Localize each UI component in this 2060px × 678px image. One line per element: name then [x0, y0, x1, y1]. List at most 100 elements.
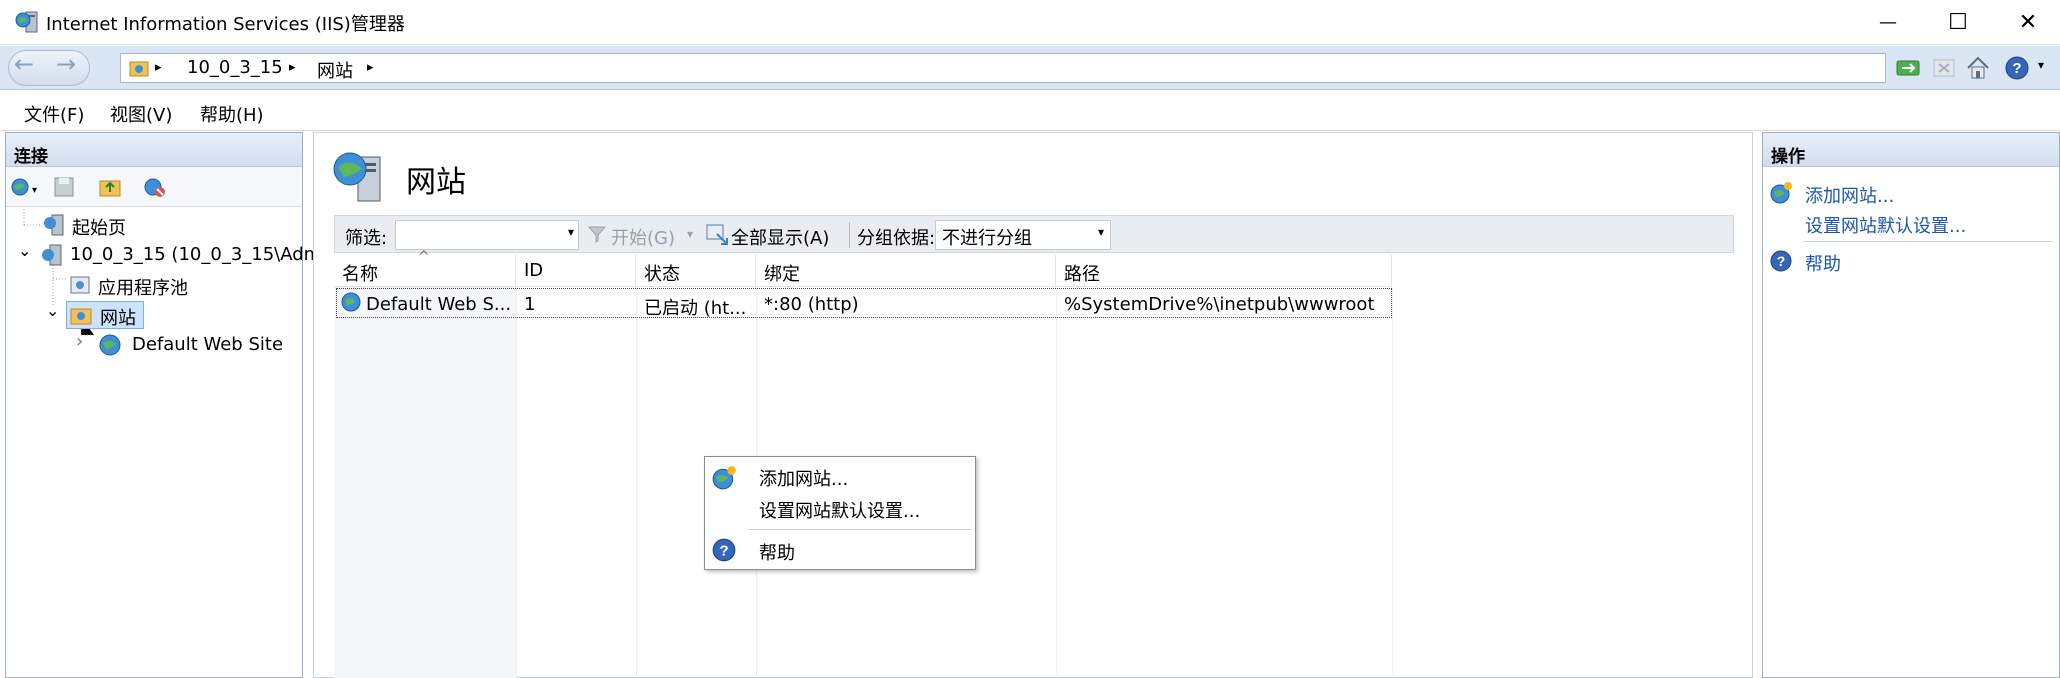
close-button[interactable]: ✕ — [1998, 0, 2058, 45]
sites-page-icon — [333, 152, 381, 202]
sort-ascending-icon: ^ — [418, 249, 430, 265]
window-title: Internet Information Services (IIS)管理器 — [46, 14, 405, 35]
column-header-binding[interactable]: 绑定 — [756, 255, 1056, 287]
breadcrumb-separator[interactable]: ▸ — [367, 60, 374, 75]
tree-item-label: 应用程序池 — [98, 278, 188, 299]
expand-chevron-icon[interactable]: › — [76, 331, 83, 352]
breadcrumb-separator[interactable]: ▸ — [155, 60, 162, 75]
globe-icon — [99, 334, 121, 356]
toolbar-separator — [849, 222, 850, 248]
action-set-site-defaults[interactable]: 设置网站默认设置... — [1805, 212, 1966, 238]
group-by-label: 分组依据: — [857, 228, 936, 249]
column-header-id[interactable]: ID — [516, 255, 636, 287]
svg-text:?: ? — [2012, 60, 2021, 77]
column-header-path[interactable]: 路径 — [1056, 255, 1392, 287]
connections-toolbar: ▾ — [6, 167, 302, 207]
refresh-icon[interactable] — [1894, 54, 1922, 82]
breadcrumb-separator[interactable]: ▸ — [289, 60, 296, 75]
iis-app-icon — [15, 11, 38, 33]
group-by-select[interactable]: 不进行分组 ▾ — [935, 220, 1111, 250]
show-all-icon[interactable] — [705, 222, 729, 251]
connections-header: 连接 — [6, 133, 302, 167]
help-icon[interactable]: ? — [2004, 54, 2032, 82]
save-icon[interactable] — [52, 175, 76, 204]
add-site-icon — [1770, 182, 1792, 204]
help-icon: ? — [1770, 250, 1792, 272]
column-header-status[interactable]: 状态 — [636, 255, 756, 287]
filter-label: 筛选: — [345, 228, 388, 249]
up-folder-icon[interactable] — [98, 175, 122, 204]
tree-item-default-web-site[interactable]: › Default Web Site — [74, 331, 294, 359]
context-separator — [749, 529, 971, 530]
collapse-chevron-icon[interactable]: ⌄ — [46, 301, 59, 320]
column-divider — [1392, 287, 1393, 678]
close-icon: ✕ — [2018, 10, 2038, 35]
sites-table: 名称 ^ ID 状态 绑定 路径 Default Web S... 1 已启动 … — [334, 249, 1734, 678]
connections-panel: 连接 ▾ 起始页 ⌄ 10_0_3_15 (10_0_3_15\Adm 应用程序… — [5, 132, 321, 678]
server-icon — [42, 244, 62, 266]
app-pool-icon — [70, 276, 90, 294]
maximize-icon: ☐ — [1948, 10, 1968, 35]
funnel-icon[interactable] — [587, 224, 607, 249]
tree-item-server[interactable]: ⌄ 10_0_3_15 (10_0_3_15\Adm — [14, 241, 321, 269]
minimize-icon: — — [1879, 12, 1897, 33]
start-dropdown-icon[interactable]: ▾ — [687, 227, 693, 241]
menu-help[interactable]: 帮助(H) — [200, 101, 264, 127]
column-divider — [516, 287, 517, 678]
tree-item-app-pools[interactable]: 应用程序池 — [68, 271, 288, 299]
filter-dropdown-icon[interactable]: ▾ — [568, 225, 574, 239]
context-add-website[interactable]: 添加网站... — [759, 465, 848, 491]
back-arrow-icon[interactable]: ← — [14, 50, 34, 78]
filter-bar: 筛选: ▾ 开始(G) ▾ 全部显示(A) 分组依据: 不进行分组 ▾ — [334, 215, 1734, 253]
filter-input[interactable]: ▾ — [395, 220, 579, 250]
start-filter-button[interactable]: 开始(G) — [611, 224, 675, 250]
tree-item-label: 10_0_3_15 (10_0_3_15\Adm — [70, 244, 322, 265]
title-bar: Internet Information Services (IIS)管理器 —… — [0, 0, 2060, 45]
tree-item-label: Default Web Site — [132, 334, 284, 355]
svg-text:▾: ▾ — [32, 185, 37, 196]
menu-view[interactable]: 视图(V) — [110, 101, 172, 127]
globe-icon — [341, 292, 361, 312]
minimize-button[interactable]: — — [1858, 0, 1918, 45]
context-set-site-defaults[interactable]: 设置网站默认设置... — [759, 497, 920, 523]
home-icon[interactable] — [1964, 54, 1992, 82]
tree-item-sites[interactable]: ⌄ 网站 — [44, 301, 154, 329]
show-all-button[interactable]: 全部显示(A) — [731, 224, 829, 250]
name-column-shade — [334, 287, 516, 678]
sites-folder-icon — [70, 308, 92, 325]
menu-file[interactable]: 文件(F) — [24, 101, 84, 127]
cell-path: %SystemDrive%\inetpub\wwwroot — [1064, 294, 1375, 315]
tree-item-label: 起始页 — [72, 218, 126, 239]
tree-item-start-page[interactable]: 起始页 — [42, 211, 292, 239]
svg-text:?: ? — [719, 542, 728, 559]
column-header-name[interactable]: 名称 ^ — [334, 249, 516, 287]
menu-bar: 文件(F) 视图(V) 帮助(H) — [0, 91, 2060, 131]
actions-header: 操作 — [1763, 133, 2059, 167]
actions-separator — [1803, 241, 2053, 242]
action-add-website[interactable]: 添加网站... — [1805, 182, 1894, 208]
cell-binding: *:80 (http) — [764, 294, 859, 315]
forward-arrow-icon[interactable]: → — [56, 50, 76, 78]
column-divider — [1056, 287, 1057, 678]
context-help[interactable]: 帮助 — [759, 539, 795, 565]
breadcrumb[interactable]: ▸ 10_0_3_15 ▸ 网站 ▸ — [120, 53, 1886, 83]
maximize-button[interactable]: ☐ — [1928, 0, 1988, 45]
breadcrumb-sites[interactable]: 网站 — [317, 57, 353, 83]
cell-id: 1 — [524, 294, 536, 315]
svg-text:?: ? — [1777, 253, 1786, 269]
sites-feature-panel: 网站 筛选: ▾ 开始(G) ▾ 全部显示(A) 分组依据: 不进行分组 ▾ 名… — [313, 132, 1753, 678]
add-site-icon — [712, 466, 736, 490]
group-dropdown-icon: ▾ — [1097, 225, 1104, 239]
tree-item-label: 网站 — [100, 308, 136, 329]
column-divider — [636, 287, 637, 678]
collapse-chevron-icon[interactable]: ⌄ — [18, 241, 31, 260]
stop-icon[interactable] — [1930, 54, 1958, 82]
page-title: 网站 — [406, 165, 466, 200]
breadcrumb-server[interactable]: 10_0_3_15 — [187, 57, 283, 78]
cell-name: Default Web S... — [366, 294, 512, 315]
connect-icon[interactable]: ▾ — [10, 175, 38, 204]
help-dropdown-icon[interactable]: ▾ — [2038, 58, 2044, 72]
action-help[interactable]: 帮助 — [1805, 250, 1841, 276]
context-menu: 添加网站... 设置网站默认设置... ? 帮助 — [704, 456, 976, 570]
disconnect-icon[interactable] — [142, 175, 168, 204]
